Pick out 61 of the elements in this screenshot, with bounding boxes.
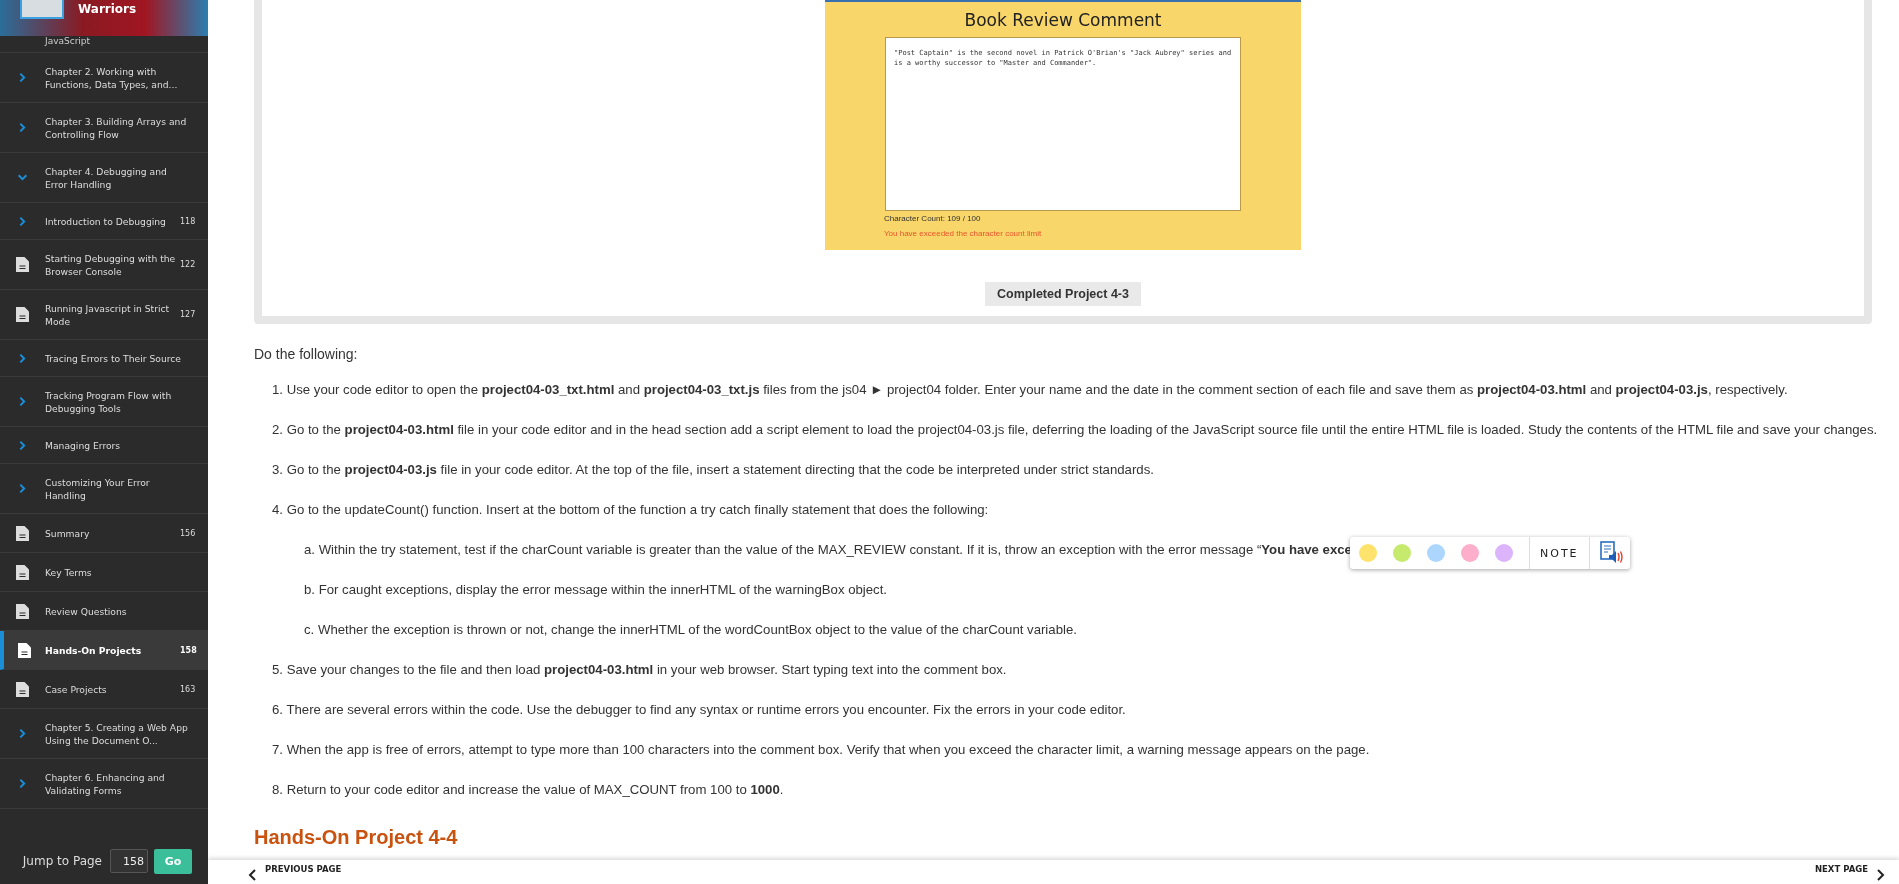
toc-item[interactable]: Key Terms <box>0 553 208 592</box>
note-button[interactable]: NOTE <box>1529 537 1590 569</box>
figure-caption: Completed Project 4-3 <box>985 282 1141 306</box>
step-text: When the app is free of errors, attempt to type more than 100 characters into the comment box. Verify that when you exceed the character limit, a warning message appears on the page. <box>286 742 1370 757</box>
highlight-color-swatch[interactable] <box>1495 544 1513 562</box>
step-number: 5. <box>272 662 283 677</box>
toc-item[interactable]: Summary 156 <box>0 514 208 553</box>
document-icon <box>18 642 31 658</box>
highlight-color-swatch[interactable] <box>1393 544 1411 562</box>
step-number: 4. <box>272 502 283 517</box>
document-icon <box>16 257 29 272</box>
step-letter: b. <box>304 582 315 597</box>
step-text: There are several errors within the code. Use the debugger to find any syntax or runtime errors you encounter. Fix the errors in your code editor. <box>286 702 1126 717</box>
page-number: 122 <box>180 259 197 271</box>
chevron-left-icon <box>248 869 257 881</box>
step-text: Go to the project04-03.js file in your code editor. At the top of the file, insert a statement directing that the code be interpreted under strict standards. <box>286 462 1154 477</box>
step-text: Use your code editor to open the project04-03_txt.html and project04-03_txt.js files from the js04 ► project04 folder. Enter your name and the date in the comment section of each file and save them as project04-03.html and project04-03.js, respectively. <box>286 382 1788 397</box>
document-icon <box>16 307 29 322</box>
page-number: 158 <box>180 644 198 657</box>
step-text: Within the try statement, test if the charCount variable is greater than the value of the MAX_REVIEW constant. If it is, throw an exception with the error message “You have exce <box>318 542 1352 557</box>
page-number-field[interactable]: 158 <box>110 849 148 873</box>
app-title: Book Review Comment <box>964 10 1162 30</box>
next-page-link[interactable]: NEXT PAGE <box>1814 860 1885 881</box>
highlight-color-swatch[interactable] <box>1461 544 1479 562</box>
warning-message: You have exceeded the character count limit <box>884 229 1042 238</box>
step-number: 2. <box>272 422 283 437</box>
book-cover-thumbnail <box>20 0 64 19</box>
document-icon <box>16 681 29 697</box>
document-icon <box>16 603 29 619</box>
book-title: Warriors <box>78 1 137 16</box>
highlight-color-swatch[interactable] <box>1427 544 1445 562</box>
step-text: Go to the project04-03.html file in your code editor and in the head section add a script element to load the project04-03.js file, deferring the loading of the JavaScript source file until the entire HTML file is loaded. Study the contents of the HTML file and save your changes. <box>286 422 1878 437</box>
step-number: 7. <box>272 742 283 757</box>
document-icon <box>16 525 29 541</box>
step-text: Go to the updateCount() function. Insert at the bottom of the function a try catch finally statement that does the following: <box>286 502 989 517</box>
page-number: 163 <box>180 683 197 696</box>
step-number: 6. <box>272 702 283 717</box>
toc-item[interactable]: Case Projects 163 <box>0 670 208 709</box>
step-letter: a. <box>304 542 315 557</box>
step-number: 3. <box>272 462 283 477</box>
previous-page-link[interactable]: PREVIOUS PAGE <box>248 860 342 881</box>
jump-to-page-label: Jump to Page <box>22 854 102 868</box>
step-number: 1. <box>272 382 283 397</box>
step-letter: c. <box>304 622 315 637</box>
step-text: Save your changes to the file and then load project04-03.html in your web browser. Start typing text into the comment box. <box>286 662 1007 677</box>
read-aloud-icon[interactable] <box>1599 541 1624 565</box>
toc-item[interactable]: Hands-On Projects 158 <box>0 631 208 670</box>
step-text: Whether the exception is thrown or not, change the innerHTML of the wordCountBox object to the value of the charCount variable. <box>317 622 1077 637</box>
step-text: Return to your code editor and increase the value of MAX_COUNT from 100 to 1000. <box>286 782 784 797</box>
page-number: 118 <box>180 215 197 228</box>
step-text: For caught exceptions, display the error message within the innerHTML of the warningBox object. <box>318 582 887 597</box>
page-number: 127 <box>180 309 197 321</box>
toc-item-label[interactable]: JavaScript <box>45 36 91 46</box>
character-count: Character Count: 109 / 100 <box>884 214 981 223</box>
document-icon <box>16 564 29 580</box>
section-heading: Hands-On Project 4-4 <box>254 826 459 849</box>
step-number: 8. <box>272 782 283 797</box>
instruction-text: Do the following: <box>254 346 359 362</box>
chevron-right-icon <box>1876 869 1885 881</box>
page-number: 156 <box>180 527 197 540</box>
highlight-color-swatch[interactable] <box>1359 544 1377 562</box>
